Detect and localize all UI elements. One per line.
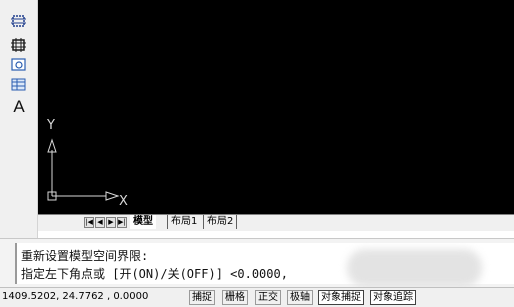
- layout-tabs-bar: |◀ ◀ ▶ ▶| 模型 布局1 布局2: [38, 214, 514, 231]
- snap-toggle[interactable]: 捕捉: [189, 290, 215, 305]
- osnap-toggle[interactable]: 对象捕捉: [318, 290, 364, 305]
- status-bar: 1409.5202, 24.7762 , 0.0000 捕捉 栅格 正交 极轴 …: [0, 287, 514, 307]
- coordinate-readout: 1409.5202, 24.7762 , 0.0000: [2, 291, 149, 302]
- command-history-line: 重新设置模型空间界限:: [21, 249, 149, 263]
- command-prompt-line[interactable]: 指定左下角点或 [开(ON)/关(OFF)] <0.0000,: [21, 265, 288, 282]
- next-tab-button[interactable]: ▶: [106, 217, 116, 228]
- tab-layout2[interactable]: 布局2: [203, 215, 238, 229]
- polar-toggle[interactable]: 极轴: [287, 290, 313, 305]
- rectangle-dashed-icon[interactable]: [11, 14, 27, 28]
- otrack-toggle[interactable]: 对象追踪: [370, 290, 416, 305]
- model-space-canvas[interactable]: Y X: [38, 0, 514, 214]
- command-history[interactable]: 重新设置模型空间界限: 指定左下角点或 [开(ON)/关(OFF)] <0.00…: [15, 243, 514, 287]
- ucs-icon: [47, 138, 120, 201]
- region-icon[interactable]: [11, 58, 27, 72]
- ortho-toggle[interactable]: 正交: [255, 290, 281, 305]
- table-icon[interactable]: [11, 78, 27, 92]
- multiline-text-tool[interactable]: A: [11, 98, 27, 116]
- rectangle-solid-icon[interactable]: [11, 38, 27, 52]
- first-tab-button[interactable]: |◀: [84, 217, 94, 228]
- ucs-y-label: Y: [47, 118, 55, 133]
- tab-layout1[interactable]: 布局1: [167, 215, 200, 229]
- tab-model[interactable]: 模型: [130, 215, 156, 229]
- ucs-x-label: X: [119, 194, 128, 209]
- grid-toggle[interactable]: 栅格: [222, 290, 248, 305]
- command-window: 重新设置模型空间界限: 指定左下角点或 [开(ON)/关(OFF)] <0.00…: [0, 238, 514, 287]
- draw-toolbar: A: [0, 0, 38, 240]
- blurred-overlay: [347, 249, 482, 287]
- last-tab-button[interactable]: ▶|: [117, 217, 127, 228]
- previous-tab-button[interactable]: ◀: [95, 217, 105, 228]
